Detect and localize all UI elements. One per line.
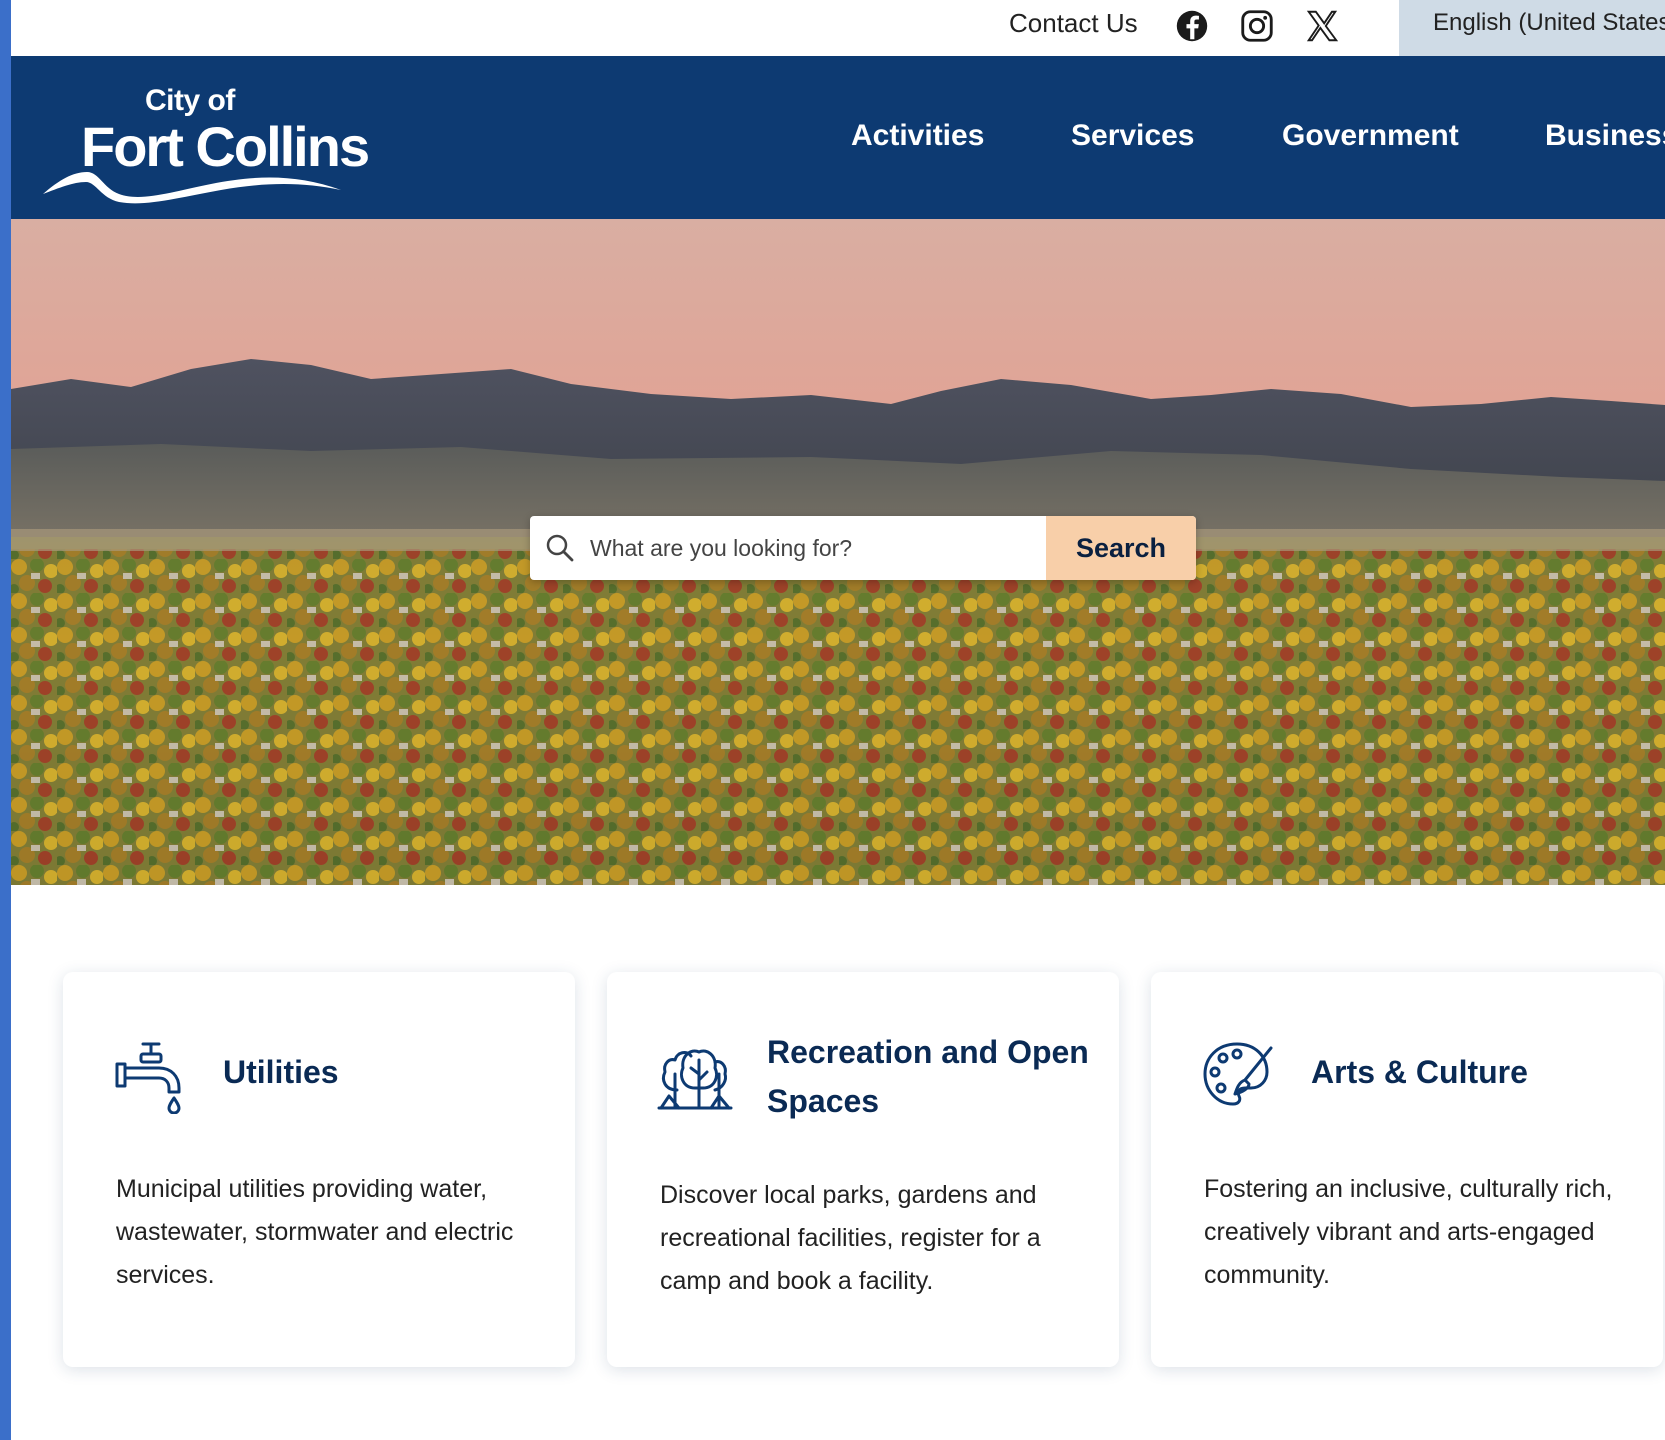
search-icon — [546, 534, 574, 562]
nav-business[interactable]: Business — [1545, 119, 1665, 153]
palette-icon — [1201, 1038, 1277, 1114]
site-header: City of Fort Collins Activities Services… — [11, 56, 1665, 219]
card-description: Discover local parks, gardens and recrea… — [660, 1181, 1041, 1295]
nav-activities[interactable]: Activities — [851, 119, 984, 153]
instagram-icon[interactable] — [1238, 7, 1276, 45]
card-arts-culture[interactable]: Arts & Culture Fostering an inclusive, c… — [1151, 972, 1663, 1367]
hero-banner: Search — [11, 219, 1665, 885]
nav-government[interactable]: Government — [1282, 119, 1459, 153]
logo-line2: Fort Collins — [81, 115, 370, 178]
card-title: Utilities — [223, 1054, 339, 1090]
language-selector[interactable]: English (United States) — [1399, 0, 1665, 56]
card-description: Fostering an inclusive, culturally rich,… — [1204, 1175, 1613, 1289]
trees-icon — [657, 1038, 733, 1114]
card-utilities[interactable]: Utilities Municipal utilities providing … — [63, 972, 575, 1367]
search-input[interactable] — [590, 516, 1030, 580]
x-icon[interactable] — [1303, 7, 1341, 45]
facebook-icon[interactable] — [1173, 7, 1211, 45]
logo-line1: City of — [145, 84, 235, 117]
card-description: Municipal utilities providing water, was… — [116, 1175, 514, 1289]
card-recreation[interactable]: Recreation and Open Spaces Discover loca… — [607, 972, 1119, 1367]
city-logo[interactable]: City of Fort Collins — [41, 76, 371, 206]
utility-bar: Contact Us English (United States) — [11, 0, 1665, 56]
card-title: Arts & Culture — [1311, 1054, 1528, 1090]
window-left-edge — [0, 0, 11, 1440]
search-button[interactable]: Search — [1046, 516, 1196, 580]
search-bar: Search — [530, 516, 1196, 580]
contact-us-link[interactable]: Contact Us — [1009, 8, 1138, 39]
nav-services[interactable]: Services — [1071, 119, 1194, 153]
card-title: Recreation and Open Spaces — [767, 1034, 1089, 1119]
faucet-icon — [113, 1038, 189, 1114]
